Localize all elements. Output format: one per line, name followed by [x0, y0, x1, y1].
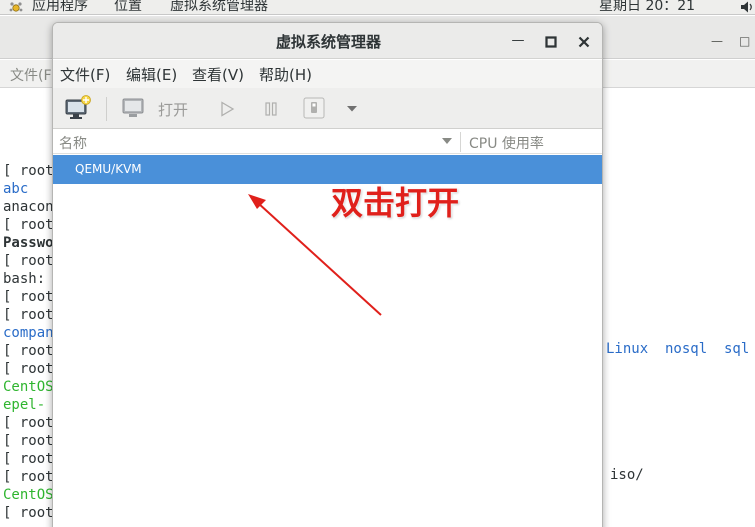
toolbar-separator — [106, 97, 107, 121]
menu-view[interactable]: 查看(V) — [192, 64, 244, 85]
terminal-maximize-icon[interactable]: □ — [739, 34, 750, 48]
new-vm-button[interactable] — [64, 95, 92, 121]
connection-row-qemu-kvm[interactable]: QEMU/KVM — [53, 155, 602, 184]
shutdown-dropdown-chevron-down-icon[interactable] — [346, 105, 358, 113]
terminal-dir-listing: Linux nosql sql — [606, 341, 750, 357]
minimize-button[interactable]: — — [509, 32, 527, 50]
annotation-label: 双击打开 — [331, 184, 460, 222]
applications-logo-icon[interactable] — [9, 1, 23, 14]
shutdown-button[interactable] — [303, 97, 325, 119]
terminal-menu-file[interactable]: 文件(F — [10, 65, 52, 85]
volume-icon[interactable] — [740, 0, 754, 14]
column-divider[interactable] — [460, 132, 461, 152]
gnome-top-bar: 应用程序 位置 虚拟系统管理器 星期日 20：21 — [0, 0, 755, 15]
terminal-minimize-icon[interactable]: — — [711, 34, 723, 48]
column-header-cpu[interactable]: CPU 使用率 — [469, 133, 544, 153]
vm-list-header: 名称 CPU 使用率 — [53, 130, 602, 154]
toolbar: 打开 — [53, 88, 602, 129]
run-button[interactable] — [219, 101, 235, 117]
places-menu[interactable]: 位置 — [114, 0, 142, 14]
active-app-menu[interactable]: 虚拟系统管理器 — [170, 0, 268, 14]
pause-button[interactable] — [263, 101, 279, 117]
open-button[interactable]: 打开 — [158, 99, 188, 120]
menu-file[interactable]: 文件(F) — [60, 64, 110, 85]
menu-help[interactable]: 帮助(H) — [259, 64, 312, 85]
close-button[interactable] — [575, 33, 593, 51]
clock[interactable]: 星期日 20：21 — [599, 0, 695, 14]
connection-label: QEMU/KVM — [75, 162, 142, 176]
sort-arrow-icon[interactable] — [442, 138, 452, 144]
terminal-iso-path: iso/ — [610, 467, 644, 483]
open-monitor-icon[interactable] — [121, 96, 147, 120]
virt-manager-window: 虚拟系统管理器 — 文件(F) 编辑(E) 查看(V) 帮助(H) 打开 名称 … — [52, 22, 603, 527]
window-titlebar[interactable]: 虚拟系统管理器 — — [53, 23, 602, 59]
menubar: 文件(F) 编辑(E) 查看(V) 帮助(H) — [53, 60, 602, 88]
menu-edit[interactable]: 编辑(E) — [126, 64, 177, 85]
applications-menu[interactable]: 应用程序 — [32, 0, 88, 14]
column-header-name[interactable]: 名称 — [59, 133, 87, 153]
maximize-button[interactable] — [542, 33, 560, 51]
